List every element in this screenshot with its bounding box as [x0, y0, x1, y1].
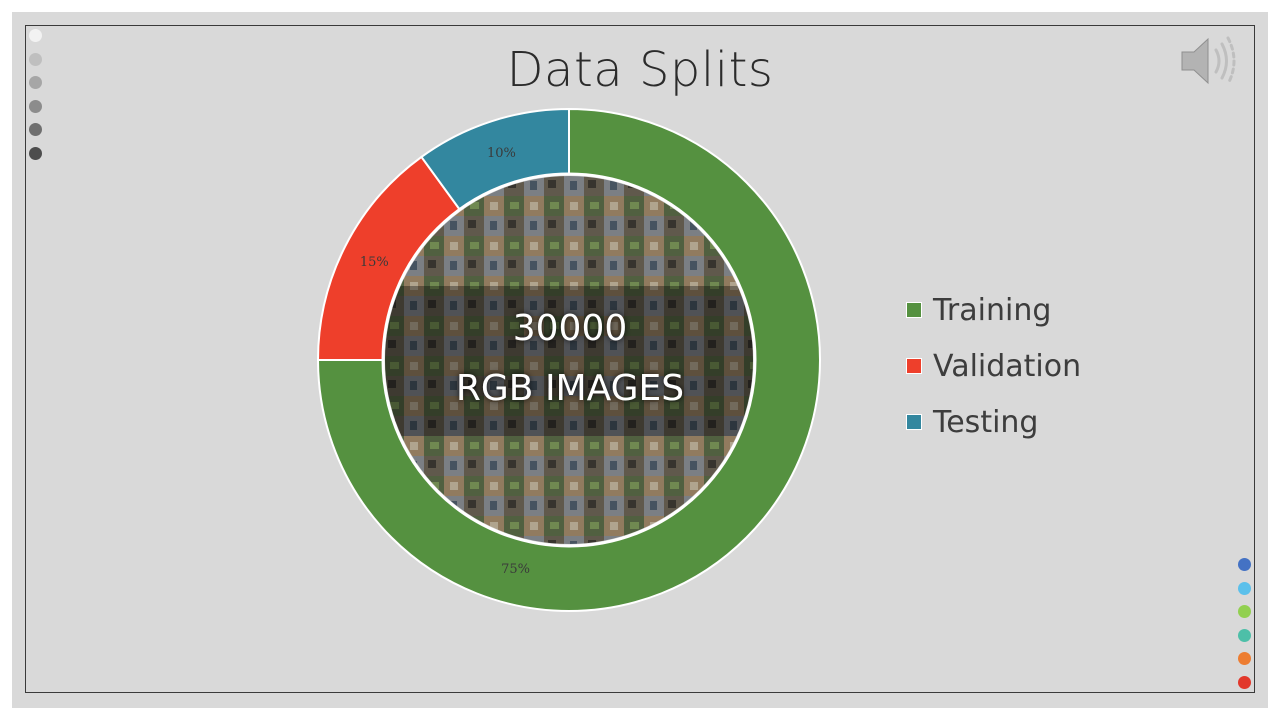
chart-legend: Training Validation Testing [906, 282, 1081, 450]
slice-label-validation: 15% [360, 255, 389, 270]
legend-label-training: Training [933, 292, 1052, 328]
legend-swatch-validation [906, 358, 922, 374]
image-type-text: RGB IMAGES [455, 368, 685, 409]
legend-swatch-testing [906, 414, 922, 430]
speaker-icon[interactable] [1178, 28, 1244, 99]
legend-item-testing: Testing [906, 394, 1081, 450]
donut-chart: 75% 15% 10% [316, 107, 821, 612]
slice-label-training: 75% [501, 562, 530, 577]
legend-swatch-training [906, 302, 922, 318]
slice-label-testing: 10% [487, 146, 516, 161]
legend-item-training: Training [906, 282, 1081, 338]
legend-label-validation: Validation [933, 348, 1082, 384]
legend-label-testing: Testing [933, 404, 1039, 440]
image-count-text: 30000 [512, 308, 628, 349]
image-mosaic [385, 176, 753, 544]
legend-item-validation: Validation [906, 338, 1081, 394]
